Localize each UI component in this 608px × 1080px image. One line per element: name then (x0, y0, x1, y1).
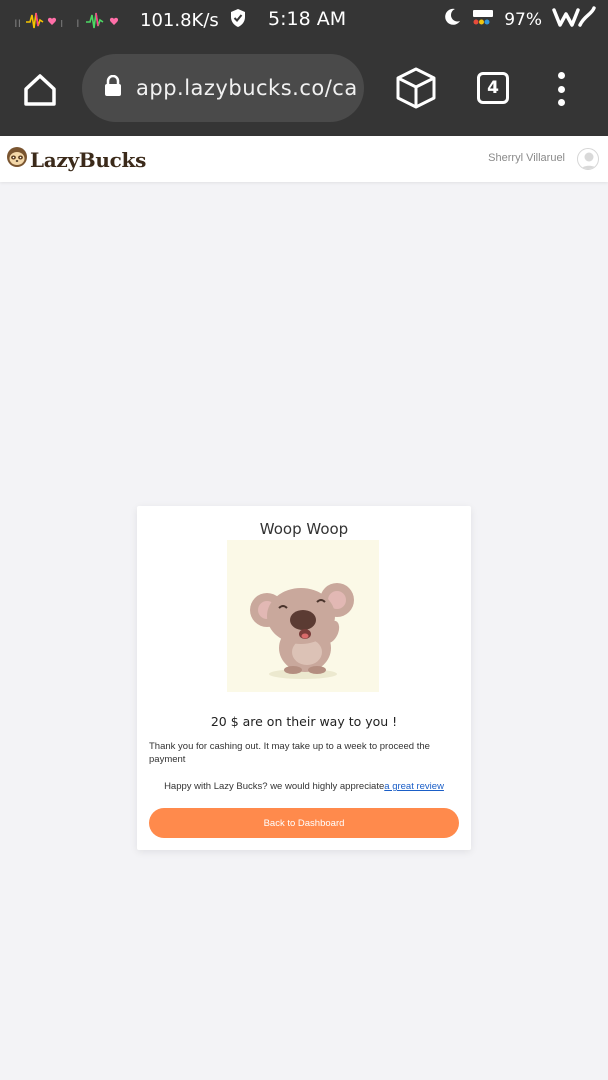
cube-icon (396, 67, 436, 109)
signal-icon: ıı ı (12, 10, 72, 32)
battery-level: 97% (504, 9, 542, 30)
status-bar: ıı ı ı 101.8K/s 5:18 AM 97% (0, 0, 608, 40)
cashout-success-dialog: Woop Woop 20 $ are on their way to you !… (137, 506, 471, 850)
home-button[interactable] (20, 70, 60, 110)
koala-illustration (227, 540, 379, 692)
sloth-icon (6, 146, 28, 173)
overflow-menu-icon[interactable] (554, 72, 568, 106)
browser-toolbar: app.lazybucks.co/ca 4 (0, 40, 608, 136)
back-to-dashboard-button[interactable]: Back to Dashboard (149, 808, 459, 838)
site-logo[interactable]: LazyBucks (6, 146, 146, 173)
signal-icon-2: ı (76, 10, 132, 32)
notification-icon (472, 8, 494, 31)
extension-button[interactable] (394, 66, 438, 110)
home-icon (24, 74, 56, 106)
network-speed: 101.8K/s (140, 10, 219, 31)
status-right: 97% (442, 6, 596, 33)
svg-text:ı: ı (76, 16, 80, 31)
tab-switcher-button[interactable]: 4 (477, 72, 509, 104)
logo-text: LazyBucks (30, 147, 147, 172)
url-text: app.lazybucks.co/ca (136, 76, 358, 100)
thanks-message: Thank you for cashing out. It may take u… (149, 741, 430, 765)
shield-icon (229, 8, 247, 33)
moon-icon (442, 7, 462, 32)
cashout-amount-message: 20 $ are on their way to you ! (210, 714, 398, 729)
review-prompt-text: Happy with Lazy Bucks? we would highly a… (164, 781, 385, 792)
review-prompt: Happy with Lazy Bucks? we would highly a… (137, 781, 471, 792)
svg-text:ı: ı (60, 16, 63, 30)
status-left: ıı ı ı 101.8K/s (12, 8, 247, 33)
lock-icon (104, 74, 122, 102)
app-logo-icon (552, 6, 596, 33)
svg-text:ıı: ıı (14, 16, 21, 31)
user-name[interactable]: Sherryl Villaruel (488, 152, 565, 164)
dialog-title: Woop Woop (259, 520, 349, 538)
user-icon (580, 152, 598, 169)
avatar[interactable] (577, 148, 599, 170)
review-link[interactable]: a great review (384, 781, 444, 792)
address-bar[interactable]: app.lazybucks.co/ca (82, 54, 364, 122)
site-header: LazyBucks Sherryl Villaruel (0, 136, 608, 182)
clock: 5:18 AM (268, 8, 347, 30)
